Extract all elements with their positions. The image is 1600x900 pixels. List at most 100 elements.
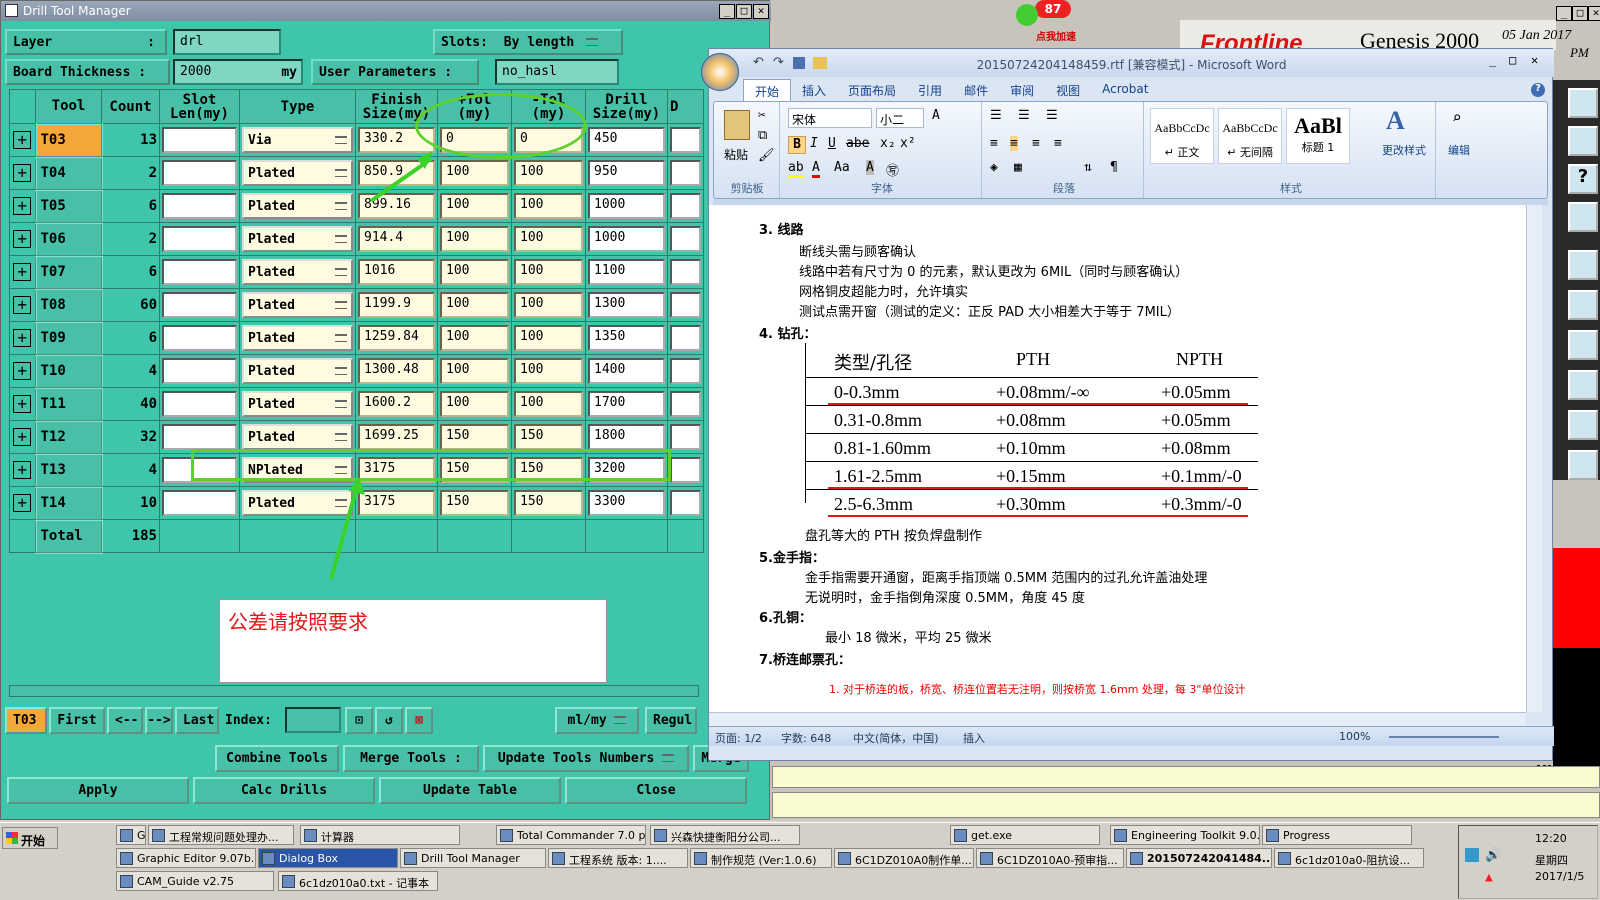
font-color-icon[interactable]: A (812, 160, 820, 178)
units-select[interactable]: ml/my (555, 707, 639, 734)
char-shading-icon[interactable]: A (866, 160, 874, 175)
help-icon[interactable]: ? (1568, 164, 1598, 194)
bold-icon[interactable]: B (788, 136, 806, 154)
align-right-icon[interactable]: ≡ (1032, 136, 1040, 151)
borders-icon[interactable]: ▦ (1014, 160, 1022, 175)
taskbar-button[interactable]: 工程常规问题处理办... (148, 825, 294, 845)
change-styles-icon[interactable]: A (1386, 106, 1405, 136)
taskbar-button[interactable]: Dialog Box (258, 848, 398, 868)
word-minimize-button[interactable]: _ (1489, 53, 1496, 67)
shading-icon[interactable]: ◈ (990, 160, 998, 175)
tool-icon-4[interactable] (1568, 202, 1598, 232)
status-page[interactable]: 页面: 1/2 (715, 730, 762, 746)
enclose-char-icon[interactable]: ㊢ (886, 160, 899, 179)
numbering-icon[interactable]: ☰ (1018, 108, 1030, 123)
apply-button[interactable]: Apply (7, 777, 189, 804)
index-input[interactable] (285, 707, 341, 733)
first-button[interactable]: First (49, 707, 105, 734)
taskbar-button[interactable]: 制作规范 (Ver:1.0.6) (690, 848, 832, 868)
grid-hscrollbar[interactable] (9, 685, 699, 697)
align-center-icon[interactable]: ≡ (1010, 136, 1018, 151)
taskbar-button[interactable]: 6C1DZ010A0-预审指... (976, 848, 1124, 868)
index-refresh-icon[interactable]: ↺ (375, 707, 403, 734)
cut-icon[interactable]: ✂ (758, 108, 766, 123)
genesis-max-button[interactable]: □ (1572, 6, 1588, 21)
ribbon-tab[interactable]: 邮件 (953, 79, 999, 101)
status-words[interactable]: 字数: 648 (781, 730, 831, 746)
style-gallery-item[interactable]: AaBbCcDc ↵ 正文 (1150, 108, 1214, 164)
clock-day[interactable]: 星期四 (1535, 852, 1568, 868)
tray-volume-icon[interactable]: 🔊 (1485, 848, 1501, 863)
align-left-icon[interactable]: ≡ (990, 136, 998, 151)
tool-icon-7[interactable] (1568, 330, 1598, 360)
close-button[interactable]: Close (565, 777, 747, 804)
taskbar-button[interactable]: Graphic Editor 9.07b... (116, 848, 256, 868)
word-maximize-button[interactable]: □ (1509, 53, 1516, 67)
taskbar-button[interactable]: 兴森快捷衡阳分公司... (650, 825, 800, 845)
pad-icon[interactable] (1568, 250, 1598, 280)
underline-icon[interactable]: U (828, 136, 836, 151)
tool-icon-6[interactable] (1568, 290, 1598, 320)
next-button[interactable]: --> (145, 707, 173, 734)
taskbar-button[interactable]: 6C1DZ010A0制作单.... (834, 848, 974, 868)
find-icon[interactable]: ⌕ (1452, 108, 1462, 127)
help-icon-word[interactable]: ? (1531, 83, 1545, 97)
superscript-icon[interactable]: x² (900, 136, 916, 151)
change-styles-button[interactable]: 更改样式 (1382, 142, 1426, 158)
taskbar-button[interactable]: 201507242041484... (1126, 848, 1272, 868)
taskbar-button[interactable]: Total Commander 7.0 p... (496, 825, 646, 845)
last-button[interactable]: Last (175, 707, 219, 734)
genesis-min-button[interactable]: _ (1556, 6, 1572, 21)
ribbon-tab[interactable]: 视图 (1045, 79, 1091, 101)
clock-time[interactable]: 12:20 (1535, 832, 1567, 845)
ribbon-tab[interactable]: 插入 (791, 79, 837, 101)
taskbar-button[interactable]: CAM_Guide v2.75 (116, 871, 274, 891)
tool-icon-9[interactable] (1568, 410, 1598, 440)
strike-icon[interactable]: abe (846, 136, 869, 151)
italic-icon[interactable]: I (810, 136, 818, 151)
status-zoom[interactable]: 100% (1339, 730, 1370, 743)
tool-icon-1[interactable] (1568, 88, 1598, 118)
justify-icon[interactable]: ≡ (1054, 136, 1062, 151)
edit-button[interactable]: 编辑 (1448, 142, 1470, 158)
clock-date[interactable]: 2017/1/5 (1535, 870, 1584, 883)
ribbon-tab[interactable]: 审阅 (999, 79, 1045, 101)
update-table-button[interactable]: Update Table (379, 777, 561, 804)
show-marks-icon[interactable]: ¶ (1110, 160, 1118, 175)
status-mode[interactable]: 插入 (963, 730, 985, 746)
taskbar-button[interactable]: Engineering Toolkit 9.0... (1110, 825, 1260, 845)
subscript-icon[interactable]: x₂ (880, 136, 896, 151)
highlight-icon[interactable]: ab (788, 160, 804, 178)
taskbar-button[interactable]: 计算器 (300, 825, 460, 845)
taskbar-button[interactable]: Graphic Editor 9.07b... (116, 825, 146, 845)
taskbar-button[interactable]: Progress (1262, 825, 1412, 845)
multilevel-icon[interactable]: ☰ (1046, 108, 1058, 123)
change-case-icon[interactable]: Aa (834, 160, 850, 175)
font-size-select[interactable]: 小二 (876, 108, 924, 128)
taskbar-button[interactable]: Drill Tool Manager (400, 848, 546, 868)
tool-icon-10[interactable] (1568, 450, 1598, 480)
taskbar-button[interactable]: get.exe (950, 825, 1100, 845)
calc-drills-button[interactable]: Calc Drills (193, 777, 375, 804)
word-close-button[interactable]: ✕ (1531, 53, 1538, 67)
tool-icon-8[interactable] (1568, 370, 1598, 400)
regul-button[interactable]: Regul (645, 707, 697, 734)
tray-icon-3[interactable]: ▲ (1485, 870, 1493, 885)
ribbon-tab[interactable]: 页面布局 (837, 79, 907, 101)
font-name-select[interactable]: 宋体 (788, 108, 872, 128)
style-gallery-item[interactable]: AaBl 标题 1 (1286, 108, 1350, 164)
sort-icon[interactable]: ⇅ (1084, 160, 1092, 175)
index-clear-icon[interactable]: ⊠ (405, 707, 433, 734)
genesis-close-button[interactable]: ✕ (1588, 6, 1600, 21)
start-button[interactable]: 开始 (2, 827, 58, 849)
status-language[interactable]: 中文(简体，中国) (853, 730, 939, 746)
copy-icon[interactable]: ⧉ (758, 128, 767, 143)
speedup-widget[interactable]: 87 点我加速 (1010, 0, 1080, 44)
update-tools-numbers-select[interactable]: Update Tools Numbers (483, 745, 689, 772)
style-gallery-item[interactable]: AaBbCcDc ↵ 无间隔 (1218, 108, 1282, 164)
combine-tools-button[interactable]: Combine Tools (215, 745, 339, 772)
format-painter-icon[interactable]: 🖌 (758, 148, 775, 163)
paste-button[interactable]: 粘贴 (724, 146, 748, 163)
zoom-slider[interactable] (1389, 736, 1499, 738)
taskbar-button[interactable]: 6c1dz010a0-阻抗设... (1274, 848, 1424, 868)
